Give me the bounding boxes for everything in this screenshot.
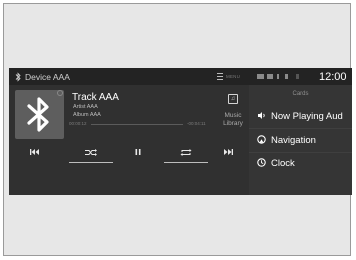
music-library-label-1: Music <box>224 112 242 119</box>
card-navigation[interactable]: Navigation <box>249 129 352 151</box>
now-playing-panel: Device AAA MENU Track AAA Artist AAA Alb… <box>9 68 249 195</box>
clock-display: 12:00 <box>319 71 347 83</box>
card-label: Navigation <box>271 135 316 146</box>
menu-button[interactable]: MENU <box>217 71 240 82</box>
clock-icon <box>257 158 266 167</box>
track-title: Track AAA <box>72 92 119 103</box>
message-status-icon <box>296 74 299 79</box>
music-library-button[interactable]: Music Library <box>215 112 251 128</box>
settings-icon[interactable] <box>57 90 63 96</box>
status-bar: 12:00 <box>249 68 352 85</box>
card-clock[interactable]: Clock <box>249 152 352 174</box>
album-name: Album AAA <box>73 112 101 118</box>
cards-heading: Cards <box>292 91 309 97</box>
album-art-placeholder <box>15 90 64 139</box>
shuffle-icon <box>85 148 97 156</box>
card-now-playing[interactable]: Now Playing Aud <box>249 105 352 127</box>
pause-button[interactable] <box>129 141 147 163</box>
skip-back-icon <box>30 149 39 155</box>
menu-icon <box>217 73 223 80</box>
music-library-label-2: Library <box>223 120 243 127</box>
device-name: Device AAA <box>25 72 70 82</box>
artist-name: Artist AAA <box>73 104 98 110</box>
audio-screen: Device AAA MENU Track AAA Artist AAA Alb… <box>9 68 352 195</box>
battery-icon <box>257 74 264 79</box>
progress-bar[interactable] <box>91 124 183 125</box>
volume-icon <box>258 112 265 119</box>
elapsed-time: 00:00:12 <box>69 121 87 126</box>
card-label: Clock <box>271 158 295 169</box>
bluetooth-icon <box>27 97 49 132</box>
remaining-time: -00:04:11 <box>187 121 206 126</box>
signal-icon <box>267 74 273 79</box>
skip-back-button[interactable] <box>26 141 44 163</box>
skip-forward-button[interactable] <box>219 141 237 163</box>
music-library-icon[interactable]: ♫ <box>228 94 238 104</box>
bluetooth-status-icon <box>277 74 279 79</box>
bluetooth-icon <box>15 72 21 82</box>
menu-label: MENU <box>226 74 241 79</box>
source-bar: Device AAA MENU <box>9 68 249 85</box>
card-label: Now Playing Aud <box>271 111 343 122</box>
navigation-icon <box>257 135 266 144</box>
playback-controls <box>9 141 249 163</box>
skip-forward-icon <box>224 149 233 155</box>
cards-panel: 12:00 Cards Now Playing Aud Navigation C… <box>249 68 352 195</box>
repeat-button[interactable] <box>164 141 208 163</box>
pause-icon <box>135 149 141 155</box>
phone-status-icon <box>285 74 288 79</box>
shuffle-button[interactable] <box>69 141 113 163</box>
repeat-icon <box>180 148 192 156</box>
